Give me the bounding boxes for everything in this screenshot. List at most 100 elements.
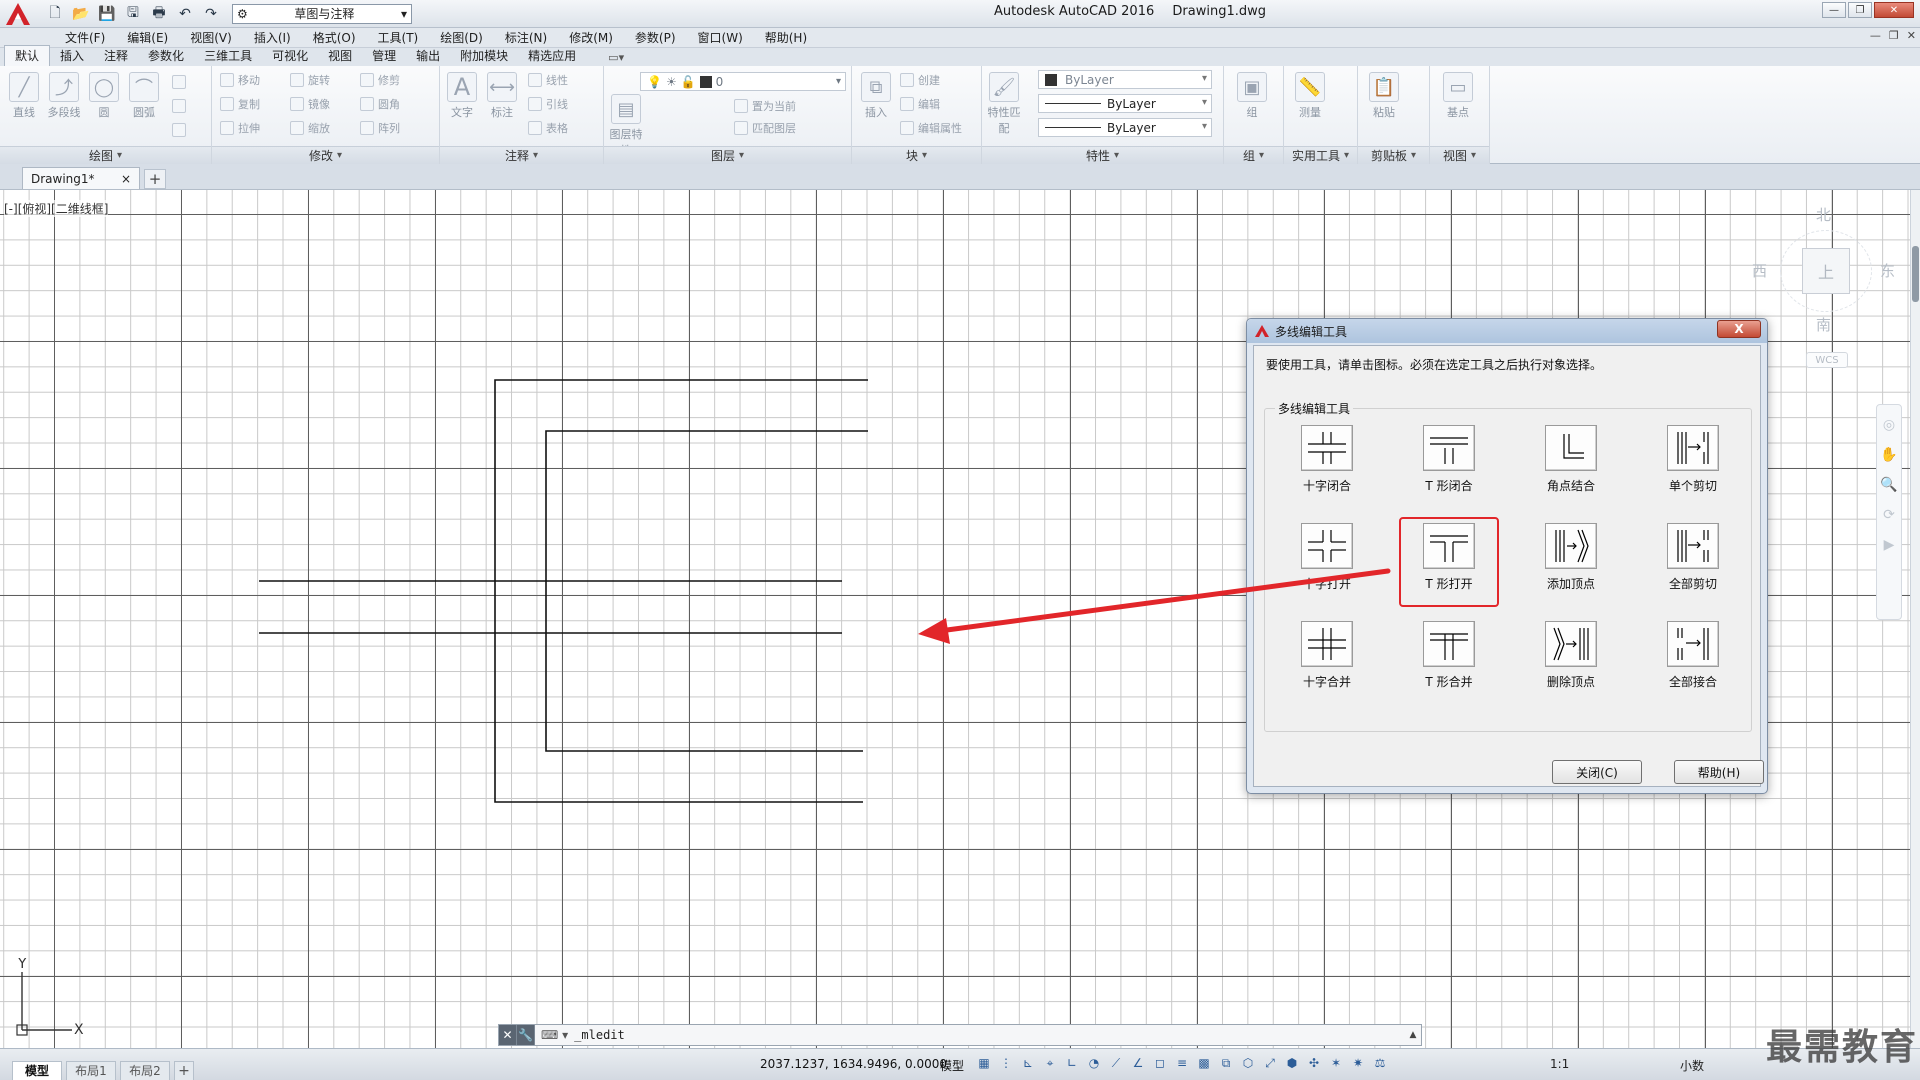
isometric-icon[interactable]: ⟋ <box>1108 1055 1124 1071</box>
base-point-button[interactable]: ▭ 基点 <box>1438 72 1478 120</box>
text-button[interactable]: A 文字 <box>442 72 482 120</box>
save-as-icon[interactable]: 🖫 <box>122 3 144 25</box>
tool-merged-cross[interactable]: 十字合并 <box>1279 621 1375 701</box>
multiline-horizontal[interactable] <box>259 580 842 634</box>
array-button[interactable]: 阵列 <box>360 118 400 138</box>
trim-button[interactable]: 修剪 <box>360 70 400 90</box>
menu-file[interactable]: 文件(F) <box>54 29 116 46</box>
match-layer-button[interactable]: 匹配图层 <box>734 118 796 138</box>
lineweight-dropdown[interactable]: ByLayer ▾ <box>1038 118 1212 137</box>
panel-layers-title[interactable]: 图层 <box>604 146 851 164</box>
orbit-icon[interactable]: ⟳ <box>1883 507 1895 523</box>
zoom-icon[interactable]: 🔍 <box>1880 477 1897 493</box>
scale-button[interactable]: 缩放 <box>290 118 330 138</box>
tool-cut-single[interactable]: 单个剪切 <box>1645 425 1741 505</box>
new-tab-button[interactable]: + <box>144 169 166 189</box>
selection-filter-icon[interactable]: ⬢ <box>1284 1055 1300 1071</box>
layout-tab-layout1[interactable]: 布局1 <box>66 1060 116 1080</box>
viewcube[interactable]: 北 南 东 西 上 WCS <box>1750 200 1900 380</box>
add-layout-button[interactable]: + <box>174 1060 194 1080</box>
panel-draw-title[interactable]: 绘图 <box>0 146 211 164</box>
arc-button[interactable]: ⌒ 圆弧 <box>124 72 164 120</box>
lineweight-icon[interactable]: ≡ <box>1174 1055 1190 1071</box>
gizmo-icon[interactable]: ✣ <box>1306 1055 1322 1071</box>
tab-home[interactable]: 默认 <box>4 45 51 66</box>
open-file-icon[interactable]: 📂 <box>70 3 92 25</box>
hatch-button[interactable] <box>172 96 190 116</box>
make-current-button[interactable]: 置为当前 <box>734 96 796 116</box>
wcs-menu[interactable]: WCS <box>1806 352 1848 368</box>
tool-weld-all[interactable]: 全部接合 <box>1645 621 1741 701</box>
chevron-up-icon[interactable]: ▲ <box>1405 1030 1421 1040</box>
scrollbar-thumb[interactable] <box>1912 246 1919 302</box>
tool-merged-tee[interactable]: T 形合并 <box>1401 621 1497 701</box>
menu-help[interactable]: 帮助(H) <box>754 29 818 46</box>
cursor-coordinates[interactable]: 2037.1237, 1634.9496, 0.0000 <box>760 1057 947 1071</box>
showmotion-icon[interactable]: ▶ <box>1884 537 1895 553</box>
annotation-visibility-icon[interactable]: ✶ <box>1328 1055 1344 1071</box>
tool-delete-vertex[interactable]: 删除顶点 <box>1523 621 1619 701</box>
copy-button[interactable]: 复制 <box>220 94 260 114</box>
tab-addins[interactable]: 附加模块 <box>450 46 518 66</box>
tab-featured-apps[interactable]: 精选应用 <box>518 46 586 66</box>
doc-minimize-icon[interactable]: — <box>1870 29 1881 42</box>
menu-edit[interactable]: 编辑(E) <box>116 29 179 46</box>
close-dialog-button[interactable]: 关闭(C) <box>1552 760 1642 784</box>
layer-dropdown[interactable]: 💡 ☀ 🔓 0 ▾ <box>640 72 846 91</box>
print-icon[interactable]: 🖶 <box>148 3 170 25</box>
infer-constraints-icon[interactable]: ⊾ <box>1020 1055 1036 1071</box>
panel-modify-title[interactable]: 修改 <box>212 146 439 164</box>
annotation-scale-value[interactable]: 1:1 <box>1550 1057 1569 1071</box>
multiline-bracket[interactable] <box>494 379 868 803</box>
menu-modify[interactable]: 修改(M) <box>558 29 624 46</box>
maximize-icon[interactable]: ❐ <box>1848 2 1872 18</box>
object-snap-icon[interactable]: ◻ <box>1152 1055 1168 1071</box>
insert-block-button[interactable]: ⧉ 插入 <box>856 72 896 120</box>
panel-properties-title[interactable]: 特性 <box>982 146 1223 164</box>
stretch-button[interactable]: 拉伸 <box>220 118 260 138</box>
selection-cycling-icon[interactable]: ⧉ <box>1218 1055 1234 1071</box>
menu-tools[interactable]: 工具(T) <box>367 29 430 46</box>
ortho-icon[interactable]: ∟ <box>1064 1055 1080 1071</box>
ribbon-minimize-icon[interactable]: ▭▾ <box>608 51 624 66</box>
create-block-button[interactable]: 创建 <box>900 70 940 90</box>
panel-block-title[interactable]: 块 <box>852 146 981 164</box>
rectangle-button[interactable] <box>172 72 190 92</box>
save-icon[interactable]: 💾 <box>96 3 118 25</box>
menu-dimension[interactable]: 标注(N) <box>494 29 558 46</box>
object-snap-tracking-icon[interactable]: ∠ <box>1130 1055 1146 1071</box>
tab-manage[interactable]: 管理 <box>362 46 406 66</box>
compass-south[interactable]: 南 <box>1816 314 1831 335</box>
paste-button[interactable]: 📋 粘贴 <box>1364 72 1404 120</box>
auto-scale-icon[interactable]: ✷ <box>1350 1055 1366 1071</box>
tool-closed-cross[interactable]: 十字闭合 <box>1279 425 1375 505</box>
close-icon[interactable]: ✕ <box>499 1025 517 1045</box>
line-button[interactable]: ╱ 直线 <box>4 72 44 120</box>
close-icon[interactable]: ✕ <box>1874 2 1914 18</box>
mirror-button[interactable]: 镜像 <box>290 94 330 114</box>
tab-annotate[interactable]: 注释 <box>94 46 138 66</box>
circle-button[interactable]: ◯ 圆 <box>84 72 124 120</box>
workspace-dropdown[interactable]: ⚙ 草图与注释 ▾ <box>232 3 412 24</box>
doc-tab-drawing1[interactable]: Drawing1* × <box>22 167 140 189</box>
command-prompt-icon[interactable]: ⌨ ▾ <box>541 1028 568 1042</box>
doc-restore-icon[interactable]: ❐ <box>1889 29 1899 42</box>
table-button[interactable]: 表格 <box>528 118 568 138</box>
gradient-button[interactable] <box>172 120 190 140</box>
dialog-close-button[interactable]: X <box>1717 320 1761 338</box>
compass-east[interactable]: 东 <box>1880 260 1895 281</box>
fillet-button[interactable]: 圆角 <box>360 94 400 114</box>
dimension-button[interactable]: ⟷ 标注 <box>482 72 522 120</box>
tab-output[interactable]: 输出 <box>406 46 450 66</box>
undo-icon[interactable]: ↶ <box>174 3 196 25</box>
compass-west[interactable]: 西 <box>1752 260 1767 281</box>
compass-north[interactable]: 北 <box>1816 204 1831 225</box>
rotate-button[interactable]: 旋转 <box>290 70 330 90</box>
tab-visualize[interactable]: 可视化 <box>262 46 318 66</box>
dialog-titlebar[interactable]: 多线编辑工具 X <box>1247 319 1767 343</box>
panel-annotate-title[interactable]: 注释 <box>440 146 603 164</box>
polyline-button[interactable]: ⤴ 多段线 <box>44 72 84 120</box>
tab-parametric[interactable]: 参数化 <box>138 46 194 66</box>
autocad-logo-icon[interactable] <box>0 0 36 28</box>
panel-groups-title[interactable]: 组 <box>1224 146 1283 164</box>
